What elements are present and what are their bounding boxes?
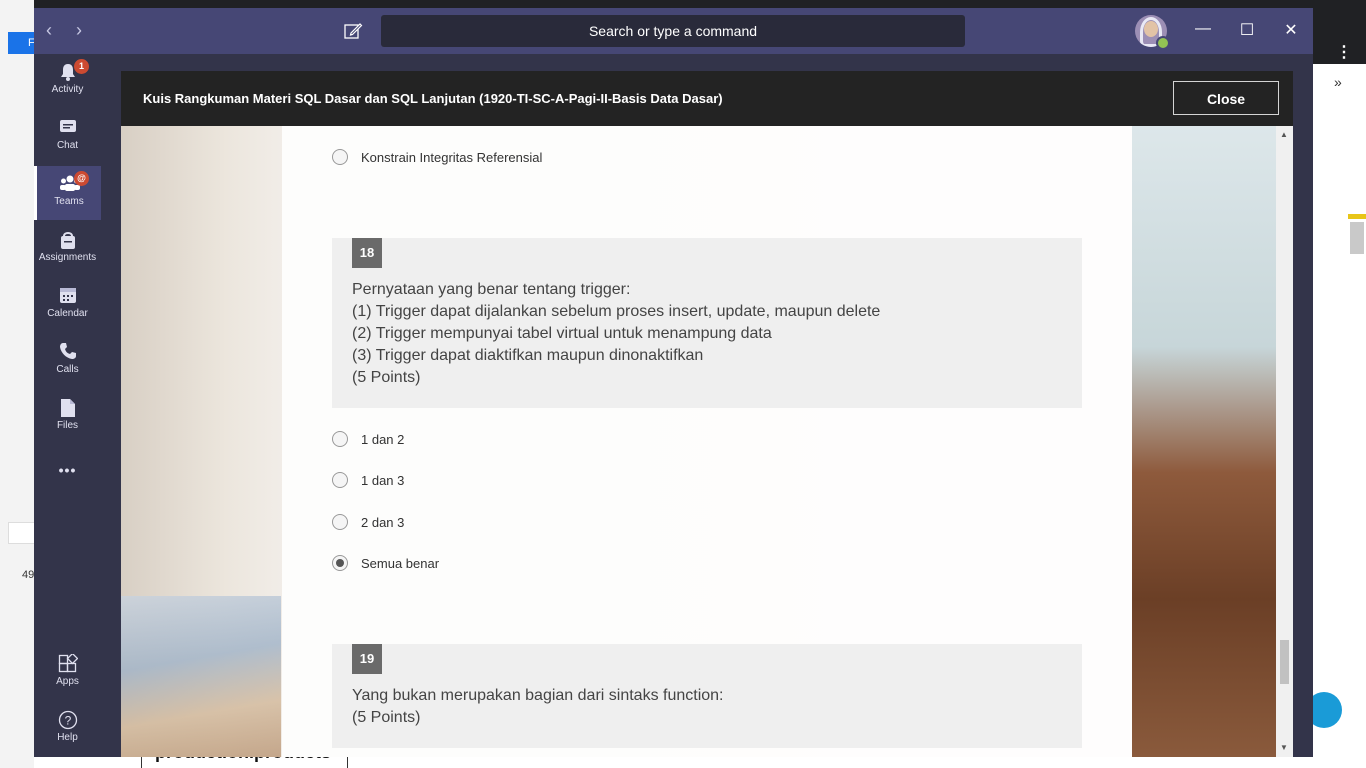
compose-icon[interactable] [343,21,363,41]
question-18-card: 18 Pernyataan yang benar tentang trigger… [332,238,1082,408]
background-tab[interactable]: F [8,32,35,54]
question-text: Yang bukan merupakan bagian dari sintaks… [352,687,724,704]
notification-badge: 1 [74,59,89,74]
forward-icon[interactable]: › [76,20,82,41]
file-icon [58,398,78,418]
background-input [8,522,36,544]
question-19-card: 19 Yang bukan merupakan bagian dari sint… [332,644,1082,748]
chat-icon [58,118,78,138]
background-window-left [0,0,34,768]
apps-icon [58,652,78,674]
appbar-label: Apps [56,676,79,687]
scrollbar[interactable]: ▲ ▼ [1276,126,1293,757]
appbar-label: Files [56,420,79,431]
maximize-icon[interactable]: ☐ [1235,20,1259,40]
radio-button[interactable] [332,472,348,488]
appbar-item-files[interactable]: Files [34,390,101,444]
radio-button[interactable] [332,149,348,165]
close-window-icon[interactable]: ✕ [1279,20,1303,40]
question-text: Pernyataan yang benar tentang trigger: [352,281,631,298]
appbar-label: Calls [56,364,79,375]
question-number: 19 [352,644,382,674]
appbar-label: Help [57,732,78,743]
appbar-item-activity[interactable]: Activity 1 [34,54,101,108]
background-number: 49 [22,569,35,581]
calendar-icon [58,286,78,306]
appbar-item-teams[interactable]: Teams @ [34,166,101,220]
teams-window: ‹ › Search or type a command — ☐ ✕ Activ… [34,8,1313,757]
background-scrollbar[interactable] [1350,222,1364,254]
question-text: (1) Trigger dapat dijalankan sebelum pro… [352,303,881,320]
option-label: 1 dan 2 [361,432,405,447]
question-points: (5 Points) [352,709,421,726]
appbar-item-apps[interactable]: Apps [34,646,101,700]
background-window-right [1313,0,1366,768]
appbar-label: Chat [56,140,79,151]
assignments-icon [58,230,78,250]
presence-status-icon [1156,36,1170,50]
appbar-label: Activity [51,84,84,95]
appbar-item-calendar[interactable]: Calendar [34,278,101,332]
question-text: (3) Trigger dapat diaktifkan maupun dino… [352,347,704,364]
close-button[interactable]: Close [1173,81,1279,115]
search-input[interactable]: Search or type a command [381,15,965,47]
option-label: 1 dan 3 [361,473,405,488]
question-text: (2) Trigger mempunyai tabel virtual untu… [352,325,772,342]
background-marker [1348,214,1366,219]
phone-icon [58,342,78,362]
background-bottom-box [141,757,348,768]
appbar-item-help[interactable]: ? Help [34,702,101,756]
mention-badge: @ [74,171,89,186]
minimize-icon[interactable]: — [1191,20,1215,38]
question-number: 18 [352,238,382,268]
help-icon: ? [58,710,78,730]
radio-button-selected[interactable] [332,555,348,571]
modal-header: Kuis Rangkuman Materi SQL Dasar dan SQL … [121,71,1293,126]
option-label: Semua benar [361,556,440,571]
quiz-form: Konstrain Integritas Referensial 18 Pern… [282,126,1132,757]
avatar-face [1144,21,1158,37]
form-content: Konstrain Integritas Referensial 18 Pern… [121,126,1293,757]
scroll-down-icon[interactable]: ▼ [1280,743,1288,752]
appbar-item-calls[interactable]: Calls [34,334,101,388]
more-horizontal-icon: ••• [58,462,77,478]
question-points: (5 Points) [352,369,421,386]
back-icon[interactable]: ‹ [46,20,52,41]
background-photo-left [121,596,281,757]
appbar-label: Calendar [47,308,88,319]
modal-title: Kuis Rangkuman Materi SQL Dasar dan SQL … [143,91,723,106]
more-apps-button[interactable]: ••• [34,452,101,488]
background-photo-right [1132,126,1276,757]
appbar-label: Assignments [38,252,97,263]
appbar-item-assignments[interactable]: Assignments [34,222,101,276]
radio-button[interactable] [332,431,348,447]
appbar-item-chat[interactable]: Chat [34,110,101,164]
radio-button[interactable] [332,514,348,530]
option-label: Konstrain Integritas Referensial [361,150,543,165]
appbar-label: Teams [54,196,84,207]
svg-text:?: ? [64,714,71,728]
double-chevron-icon[interactable]: » [1334,74,1342,90]
title-bar: ‹ › Search or type a command — ☐ ✕ [34,8,1313,54]
app-bar: Activity 1 Chat Teams @ Assignments Cale… [34,54,101,757]
scrollbar-thumb[interactable] [1280,640,1289,684]
scroll-up-icon[interactable]: ▲ [1280,130,1288,139]
option-label: 2 dan 3 [361,515,405,530]
background-browser-tabs [34,0,1366,8]
more-vertical-icon[interactable]: ⋮ [1336,42,1352,62]
